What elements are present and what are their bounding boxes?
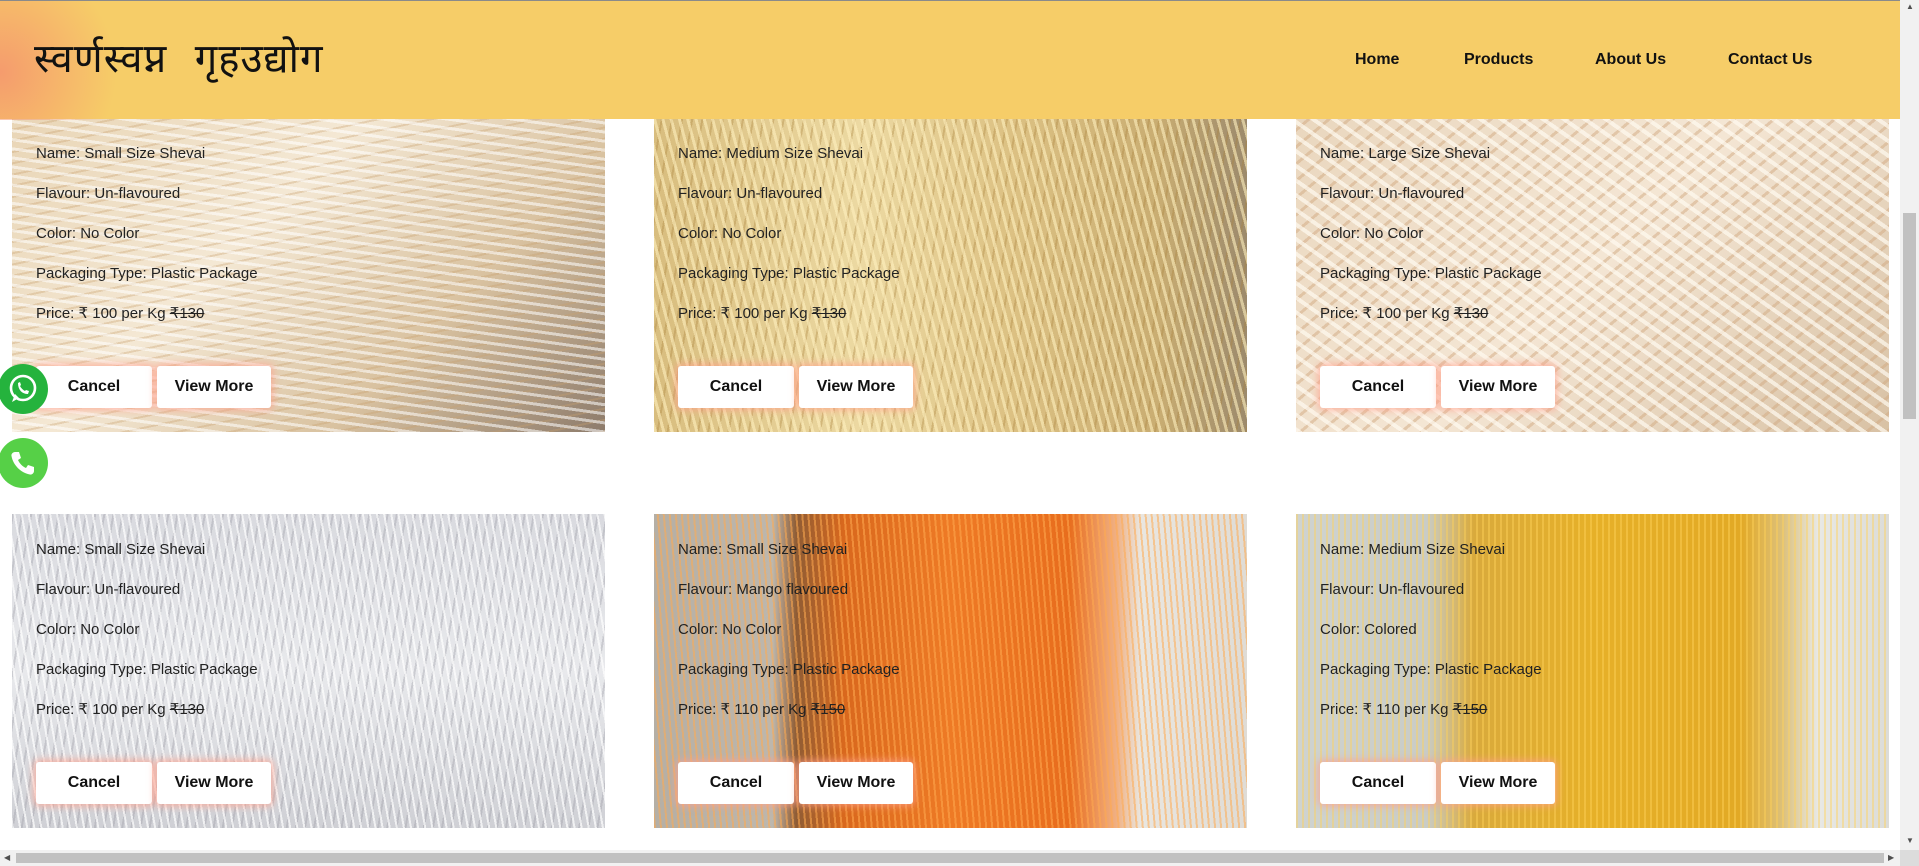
view-more-button[interactable]: View More (157, 366, 271, 408)
product-flavour: Flavour: Un-flavoured (1320, 185, 1465, 202)
product-price: Price: ₹ 100 per Kg ₹130 (678, 305, 847, 322)
product-card: Name: Small Size Shevai Flavour: Mango f… (654, 514, 1247, 828)
product-flavour: Flavour: Un-flavoured (1320, 581, 1465, 598)
view-more-button[interactable]: View More (1441, 366, 1555, 408)
product-card: Name: Medium Size Shevai Flavour: Un-fla… (654, 100, 1247, 432)
product-card: Name: Large Size Shevai Flavour: Un-flav… (1296, 100, 1889, 432)
product-name: Name: Small Size Shevai (36, 541, 206, 558)
product-color: Color: No Color (678, 225, 782, 242)
old-price: ₹150 (1452, 701, 1488, 718)
product-packaging: Packaging Type: Plastic Package (1320, 661, 1542, 678)
cancel-button[interactable]: Cancel (1320, 762, 1436, 804)
product-price: Price: ₹ 100 per Kg ₹130 (1320, 305, 1489, 322)
product-flavour: Flavour: Un-flavoured (678, 185, 823, 202)
nav-home[interactable]: Home (1355, 51, 1399, 69)
scroll-right-icon[interactable]: ▶ (1888, 853, 1894, 862)
nav-about-us[interactable]: About Us (1595, 51, 1666, 69)
nav-products[interactable]: Products (1464, 51, 1533, 69)
cancel-button[interactable]: Cancel (36, 762, 152, 804)
product-packaging: Packaging Type: Plastic Package (678, 265, 900, 282)
product-price: Price: ₹ 110 per Kg ₹150 (678, 701, 846, 718)
product-price: Price: ₹ 110 per Kg ₹150 (1320, 701, 1488, 718)
product-flavour: Flavour: Un-flavoured (36, 185, 181, 202)
product-packaging: Packaging Type: Plastic Package (36, 661, 258, 678)
product-flavour: Flavour: Mango flavoured (678, 581, 849, 598)
product-packaging: Packaging Type: Plastic Package (678, 661, 900, 678)
scroll-thumb[interactable] (16, 853, 1884, 863)
product-color: Color: No Color (678, 621, 782, 638)
product-flavour: Flavour: Un-flavoured (36, 581, 181, 598)
product-card: Name: Medium Size Shevai Flavour: Un-fla… (1296, 514, 1889, 828)
product-color: Color: No Color (1320, 225, 1424, 242)
product-name: Name: Medium Size Shevai (678, 145, 864, 162)
product-name: Name: Large Size Shevai (1320, 145, 1491, 162)
phone-icon[interactable] (0, 438, 48, 488)
product-packaging: Packaging Type: Plastic Package (1320, 265, 1542, 282)
view-more-button[interactable]: View More (799, 366, 913, 408)
old-price: ₹150 (810, 701, 846, 718)
old-price: ₹130 (1453, 305, 1489, 322)
horizontal-scrollbar[interactable]: ◀ ▶ (0, 850, 1900, 866)
product-color: Color: Colored (1320, 621, 1417, 638)
scroll-thumb[interactable] (1903, 213, 1916, 419)
product-color: Color: No Color (36, 621, 140, 638)
cancel-button[interactable]: Cancel (678, 366, 794, 408)
product-card: Name: Small Size Shevai Flavour: Un-flav… (12, 514, 605, 828)
product-name: Name: Medium Size Shevai (1320, 541, 1506, 558)
cancel-button[interactable]: Cancel (1320, 366, 1436, 408)
cancel-button[interactable]: Cancel (678, 762, 794, 804)
scroll-left-icon[interactable]: ◀ (4, 853, 10, 862)
product-name: Name: Small Size Shevai (36, 145, 206, 162)
product-price: Price: ₹ 100 per Kg ₹130 (36, 701, 205, 718)
vertical-scrollbar[interactable]: ▲ ▼ (1900, 0, 1919, 850)
scroll-up-icon[interactable]: ▲ (1906, 2, 1914, 11)
product-name: Name: Small Size Shevai (678, 541, 848, 558)
site-header: स्वर्णस्वप्न गृहउद्योग Home Products Abo… (0, 0, 1900, 120)
nav-contact-us[interactable]: Contact Us (1728, 51, 1812, 69)
view-more-button[interactable]: View More (1441, 762, 1555, 804)
old-price: ₹130 (811, 305, 847, 322)
old-price: ₹130 (169, 701, 205, 718)
product-card: Name: Small Size Shevai Flavour: Un-flav… (12, 100, 605, 432)
product-price: Price: ₹ 100 per Kg ₹130 (36, 305, 205, 322)
scroll-down-icon[interactable]: ▼ (1906, 836, 1914, 845)
view-more-button[interactable]: View More (157, 762, 271, 804)
brand-logo[interactable]: स्वर्णस्वप्न गृहउद्योग (34, 29, 323, 84)
view-more-button[interactable]: View More (799, 762, 913, 804)
product-color: Color: No Color (36, 225, 140, 242)
cancel-button[interactable]: Cancel (36, 366, 152, 408)
whatsapp-icon[interactable] (0, 364, 48, 414)
product-packaging: Packaging Type: Plastic Package (36, 265, 258, 282)
old-price: ₹130 (169, 305, 205, 322)
